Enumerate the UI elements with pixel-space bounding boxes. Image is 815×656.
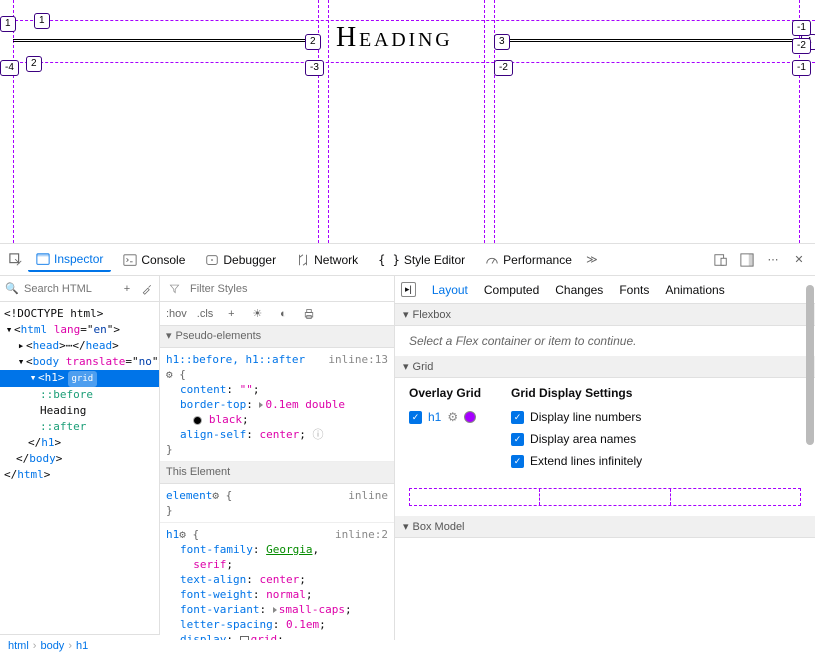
filter-icon <box>166 281 182 297</box>
grid-col-line <box>328 0 329 243</box>
sidebar-toggle-icon[interactable]: ▸| <box>401 282 416 297</box>
layout-tab-changes[interactable]: Changes <box>555 283 603 297</box>
print-mode-icon[interactable] <box>301 306 317 322</box>
dom-tree[interactable]: <!DOCTYPE html>▾<html lang="en">▸<head>⋯… <box>0 302 159 640</box>
grid-section-header[interactable]: ▾Grid <box>395 356 815 378</box>
grid-col-badge-neg: -2 <box>494 60 513 76</box>
devtools-toolbar: Inspector Console Debugger Network { }St… <box>0 243 815 275</box>
setting-line-numbers[interactable]: ✓Display line numbers <box>511 410 642 424</box>
tab-network[interactable]: Network <box>288 249 366 271</box>
setting-extend-lines[interactable]: ✓Extend lines infinitely <box>511 454 642 468</box>
layout-tab-layout[interactable]: Layout <box>432 283 468 297</box>
layout-tab-computed[interactable]: Computed <box>484 283 539 297</box>
scrollbar[interactable] <box>805 275 815 656</box>
grid-row-badge: 1 <box>0 16 16 32</box>
mini-grid-preview <box>409 488 801 506</box>
grid-col-badge: 1 <box>34 13 50 29</box>
more-icon[interactable]: ⋯ <box>765 252 781 268</box>
grid-row-badge-neg: -2 <box>792 38 811 54</box>
tab-inspector[interactable]: Inspector <box>28 248 111 272</box>
pseudo-section-header[interactable]: ▾Pseudo-elements <box>160 326 394 348</box>
grid-col-line <box>13 0 14 243</box>
tab-performance[interactable]: Performance <box>477 249 580 271</box>
flexbox-message: Select a Flex container or item to conti… <box>395 326 815 356</box>
hov-toggle[interactable]: :hov <box>166 308 187 320</box>
tab-debugger[interactable]: Debugger <box>197 249 284 271</box>
heading-rule-left <box>13 39 318 42</box>
layout-tab-fonts[interactable]: Fonts <box>619 283 649 297</box>
grid-col-badge-neg: -3 <box>305 60 324 76</box>
grid-settings-title: Grid Display Settings <box>511 386 642 400</box>
dom-panel: 🔍 + <!DOCTYPE html>▾<html lang="en">▸<he… <box>0 276 160 640</box>
add-rule-icon[interactable]: + <box>223 306 239 322</box>
pick-element-icon[interactable] <box>8 252 24 268</box>
color-swatch[interactable] <box>464 411 476 423</box>
setting-area-names[interactable]: ✓Display area names <box>511 432 642 446</box>
layout-panel: ▸| Layout Computed Changes Fonts Animati… <box>395 276 815 640</box>
styles-panel: :hov .cls + ☀ ◐ ▾Pseudo-elements h1::bef… <box>160 276 395 640</box>
page-preview: Heading 1 2 3 4 -4 -3 -2 -1 1 2 -2 -1 <box>0 0 815 243</box>
grid-col-line <box>484 0 485 243</box>
grid-col-line <box>799 0 800 243</box>
styles-rules[interactable]: ▾Pseudo-elements h1::before, h1::after i… <box>160 326 394 640</box>
grid-row-badge-neg: -1 <box>792 60 811 76</box>
add-node-icon[interactable]: + <box>119 281 135 297</box>
search-icon: 🔍 <box>4 281 20 297</box>
grid-col-badge-neg: -1 <box>792 20 811 36</box>
grid-row-badge: 2 <box>26 56 42 72</box>
cls-toggle[interactable]: .cls <box>197 308 214 320</box>
layout-tab-animations[interactable]: Animations <box>665 283 724 297</box>
layout-tabs: ▸| Layout Computed Changes Fonts Animati… <box>395 276 815 304</box>
boxmodel-section-header[interactable]: ▾Box Model <box>395 516 815 538</box>
overlay-grid-title: Overlay Grid <box>409 386 481 400</box>
breadcrumbs[interactable]: html› body› h1 <box>0 634 160 656</box>
heading-rule-right <box>494 39 799 42</box>
light-mode-icon[interactable]: ☀ <box>249 306 265 322</box>
flexbox-section-header[interactable]: ▾Flexbox <box>395 304 815 326</box>
grid-col-badge: 2 <box>305 34 321 50</box>
dark-mode-icon[interactable]: ◐ <box>275 306 291 322</box>
checkbox-checked-icon[interactable]: ✓ <box>409 411 422 424</box>
grid-row-line <box>0 20 815 21</box>
grid-col-badge: 3 <box>494 34 510 50</box>
dock-mode-icon[interactable] <box>739 252 755 268</box>
overlay-grid-item[interactable]: ✓ h1 ⚙ <box>409 410 481 424</box>
overflow-icon[interactable]: ≫ <box>584 252 600 268</box>
grid-col-badge-neg: -4 <box>0 60 19 76</box>
search-input[interactable] <box>24 283 115 295</box>
tab-style-editor[interactable]: { }Style Editor <box>370 249 473 271</box>
preview-heading-text: Heading <box>336 22 452 54</box>
devtools-panels: 🔍 + <!DOCTYPE html>▾<html lang="en">▸<he… <box>0 275 815 640</box>
close-icon[interactable]: ✕ <box>791 252 807 268</box>
grid-row-line <box>0 62 815 63</box>
gear-icon[interactable]: ⚙ <box>447 410 458 424</box>
tab-console[interactable]: Console <box>115 249 193 271</box>
eyedropper-icon[interactable] <box>139 281 155 297</box>
filter-styles-input[interactable] <box>190 283 388 295</box>
this-element-header: This Element <box>160 462 394 484</box>
responsive-mode-icon[interactable] <box>713 252 729 268</box>
